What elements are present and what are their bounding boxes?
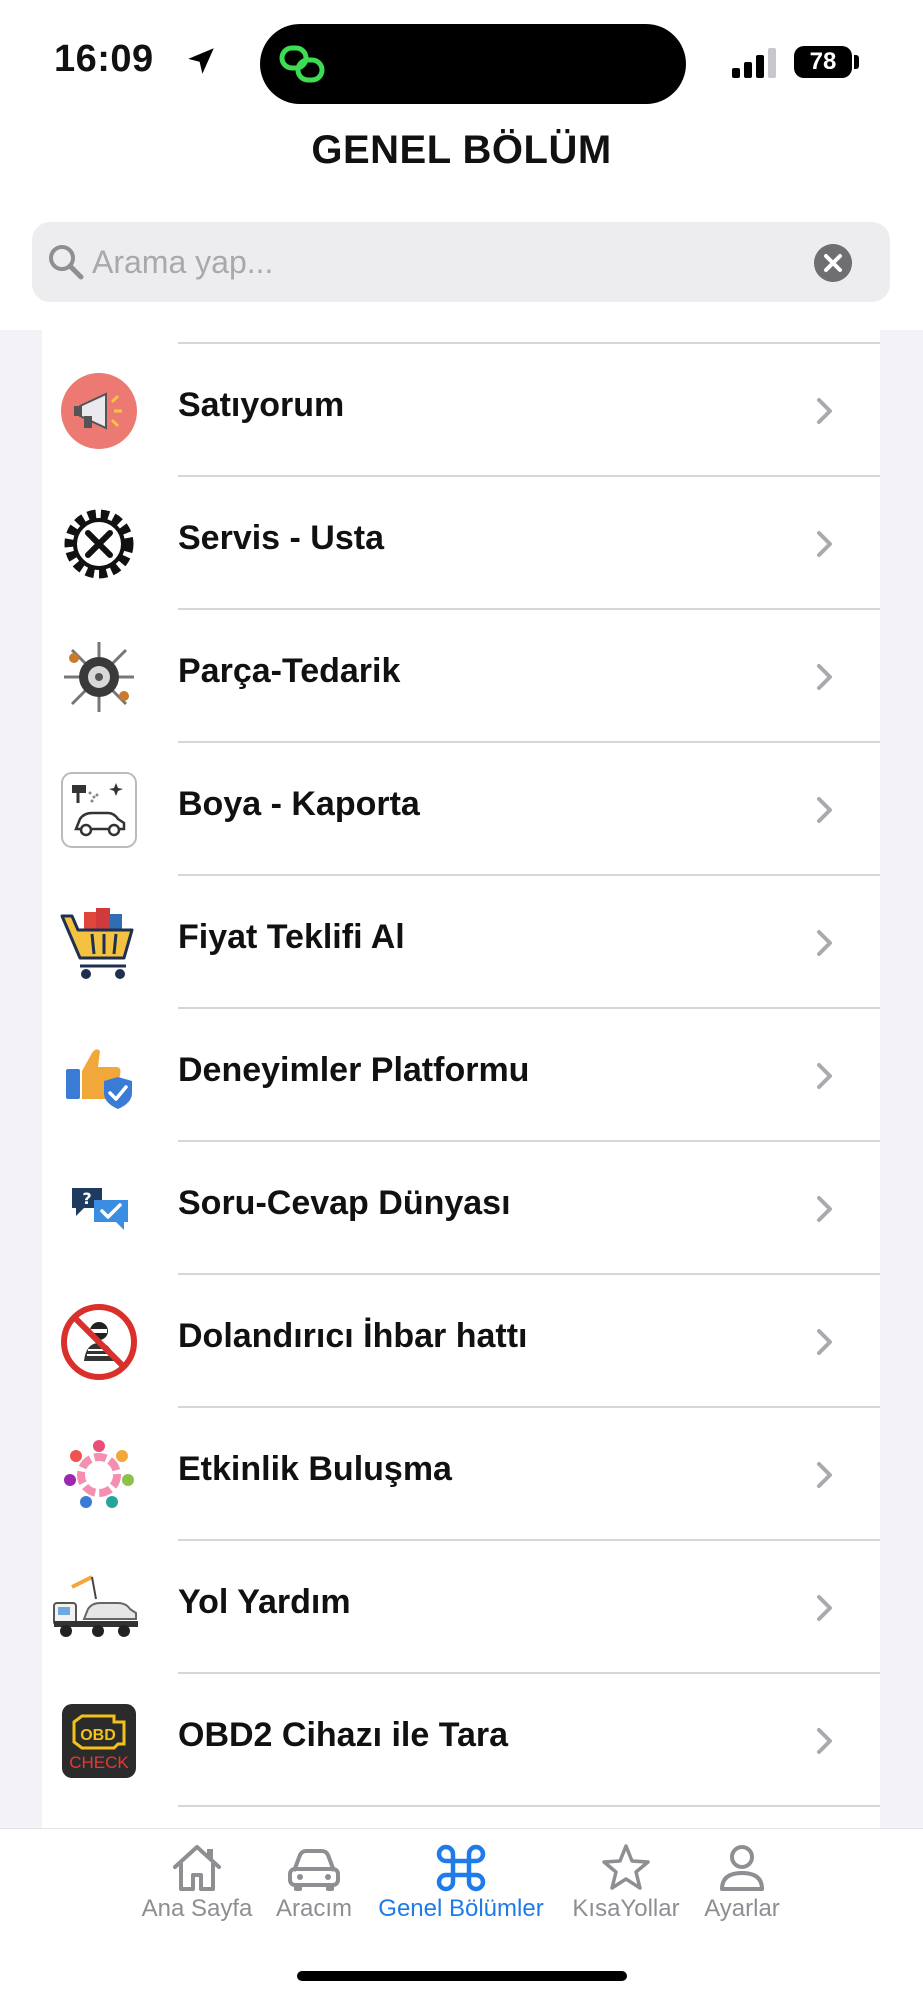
person-icon <box>720 1845 764 1891</box>
tab-label: Aracım <box>275 1895 352 1922</box>
list-item-servis-usta[interactable]: Servis - Usta <box>42 477 880 610</box>
obd-icon-bottom-text: CHECK <box>69 1753 129 1772</box>
list-item-label: OBD2 Cihazı ile Tara <box>178 1716 509 1754</box>
wrench-gear-icon <box>64 509 134 579</box>
list-item-label: Satıyorum <box>178 386 345 424</box>
tab-ayarlar[interactable]: Ayarlar <box>692 1843 792 1953</box>
obd-icon-top-text: OBD <box>80 1727 116 1744</box>
tab-label: Genel Bölümler <box>378 1895 544 1922</box>
list-divider <box>178 1805 880 1807</box>
list-item-obd2[interactable]: OBD CHECK OBD2 Cihazı ile Tara <box>42 1674 880 1807</box>
community-circle-icon <box>64 1440 134 1508</box>
tab-genel-bolumler[interactable]: Genel Bölümler <box>366 1843 556 1953</box>
home-icon <box>173 1845 221 1891</box>
list-item-etkinlik[interactable]: Etkinlik Buluşma <box>42 1408 880 1541</box>
car-icon <box>288 1849 340 1891</box>
command-icon <box>436 1844 486 1892</box>
battery-tip <box>854 55 859 69</box>
shopping-cart-icon <box>60 908 134 979</box>
battery-level: 78 <box>794 46 852 78</box>
list-item-parca-tedarik[interactable]: Parça-Tedarik <box>42 610 880 743</box>
status-bar: 16:09 78 <box>0 0 923 110</box>
list-item-label: Fiyat Teklifi Al <box>178 918 405 956</box>
list-item-boya-kaporta[interactable]: Boya - Kaporta <box>42 743 880 876</box>
chevron-right-icon <box>817 1329 832 1355</box>
search-input[interactable] <box>92 234 792 290</box>
list-item-label: Boya - Kaporta <box>178 785 420 823</box>
list-item-label: Parça-Tedarik <box>178 652 401 690</box>
chevron-right-icon <box>817 1196 832 1222</box>
chevron-right-icon <box>817 531 832 557</box>
no-thief-icon <box>61 1304 137 1380</box>
chevron-right-icon <box>817 797 832 823</box>
chevron-right-icon <box>817 1063 832 1089</box>
list-item-label: Yol Yardım <box>178 1583 351 1621</box>
chevron-right-icon <box>817 664 832 690</box>
tab-aracim[interactable]: Aracım <box>264 1843 364 1953</box>
obd-check-icon: OBD CHECK <box>62 1704 136 1778</box>
chevron-right-icon <box>817 398 832 424</box>
star-icon <box>602 1844 650 1890</box>
chevron-right-icon <box>817 1595 832 1621</box>
svg-text:?: ? <box>82 1189 91 1208</box>
tab-label: Ayarlar <box>704 1895 780 1922</box>
chevron-right-icon <box>817 1462 832 1488</box>
list-item-fiyat-teklifi[interactable]: Fiyat Teklifi Al <box>42 876 880 1009</box>
list-item-yol-yardim[interactable]: Yol Yardım <box>42 1541 880 1674</box>
link-app-icon <box>279 45 325 83</box>
list-item-label: Dolandırıcı İhbar hattı <box>178 1317 528 1355</box>
tab-ana-sayfa[interactable]: Ana Sayfa <box>132 1843 262 1953</box>
header: GENEL BÖLÜM <box>0 110 923 330</box>
status-time: 16:09 <box>54 38 154 80</box>
list-item-satiyorum[interactable]: Satıyorum <box>42 344 880 477</box>
page-title: GENEL BÖLÜM <box>311 128 612 172</box>
tab-label: Ana Sayfa <box>141 1895 253 1922</box>
signal-icon <box>732 48 776 78</box>
thumbs-up-shield-icon <box>66 1049 132 1109</box>
list-item-soru-cevap[interactable]: ? Soru-Cevap Dünyası <box>42 1142 880 1275</box>
location-arrow-icon <box>188 48 214 74</box>
list-item-label: Etkinlik Buluşma <box>178 1450 452 1488</box>
search-icon <box>49 245 84 280</box>
list-item-label: Soru-Cevap Dünyası <box>178 1184 511 1222</box>
home-indicator <box>297 1971 627 1981</box>
search-bar[interactable] <box>32 222 890 302</box>
clear-search-icon[interactable] <box>814 244 852 282</box>
list-item-label: Servis - Usta <box>178 519 384 557</box>
list-item-dolandirici-ihbar[interactable]: Dolandırıcı İhbar hattı <box>42 1275 880 1408</box>
chevron-right-icon <box>817 1728 832 1754</box>
tow-truck-icon <box>53 1575 138 1637</box>
megaphone-icon <box>61 373 137 449</box>
chat-question-icon: ? <box>72 1188 128 1230</box>
tab-kisayollar[interactable]: KısaYollar <box>566 1843 686 1953</box>
spray-paint-car-icon <box>61 772 137 848</box>
list-item-label: Deneyimler Platformu <box>178 1051 530 1089</box>
section-list: Satıyorum Servis - Usta Parça-Tedarik Bo… <box>42 330 880 1830</box>
list-item-deneyimler[interactable]: Deneyimler Platformu <box>42 1009 880 1142</box>
car-parts-icon <box>64 642 134 712</box>
tab-label: KısaYollar <box>572 1895 680 1922</box>
chevron-right-icon <box>817 930 832 956</box>
